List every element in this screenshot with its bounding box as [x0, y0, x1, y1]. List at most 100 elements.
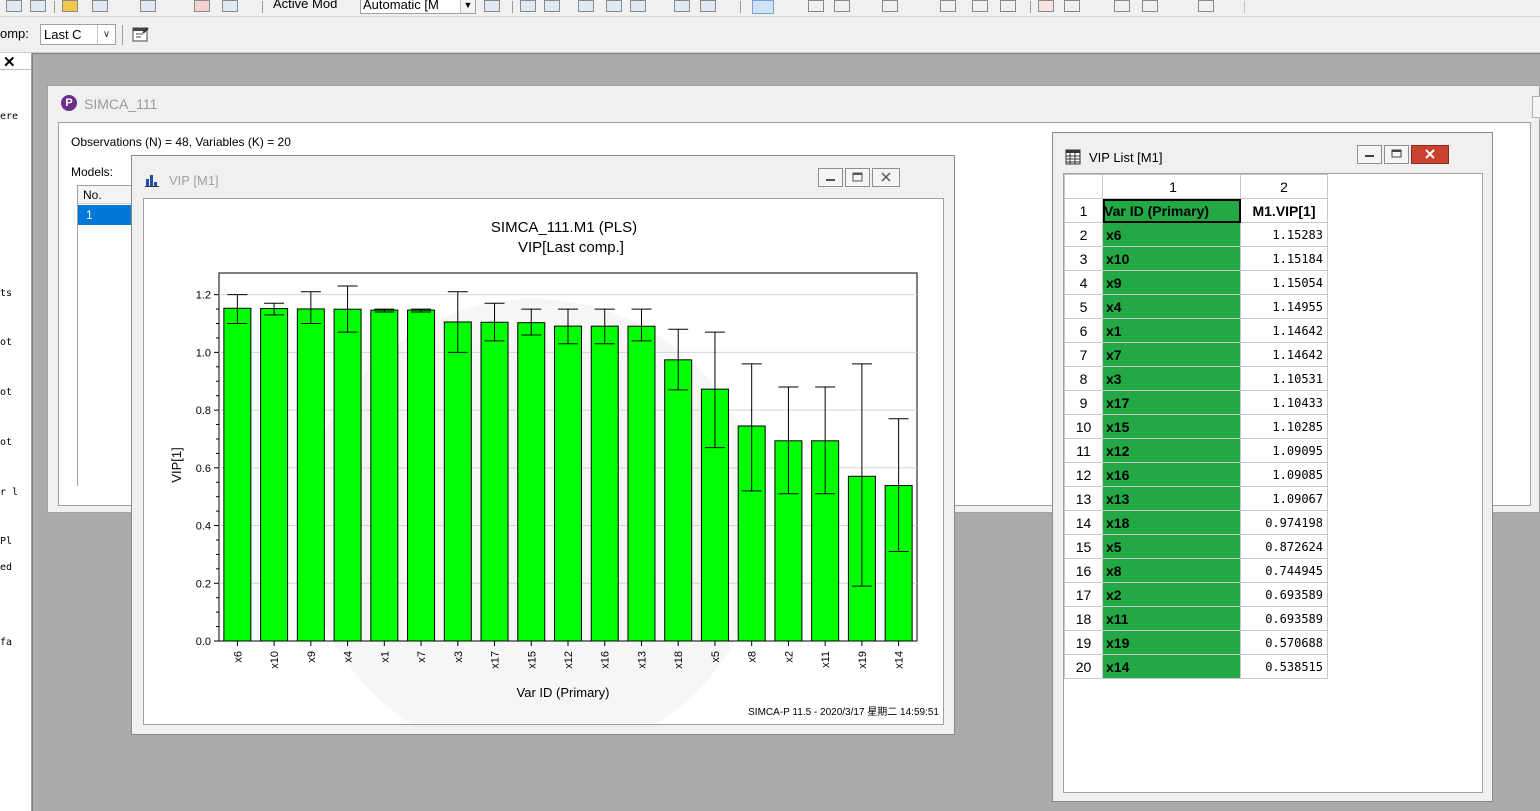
vip-value-cell[interactable]: 1.10433 — [1240, 390, 1328, 415]
table-row[interactable]: 1 Var ID (Primary) M1.VIP[1] — [1064, 198, 1328, 223]
row-header[interactable]: 18 — [1064, 606, 1103, 631]
pointer-tool-button[interactable] — [752, 0, 774, 14]
var-id-cell[interactable]: x18 — [1102, 510, 1241, 535]
table-row[interactable]: 14 x18 0.974198 — [1064, 510, 1328, 535]
row-header[interactable]: 4 — [1064, 270, 1103, 295]
table-row[interactable]: 9 x17 1.10433 — [1064, 390, 1328, 415]
row-header[interactable]: 7 — [1064, 342, 1103, 367]
var-id-cell[interactable]: x10 — [1102, 246, 1241, 271]
vip-value-cell[interactable]: 0.538515 — [1240, 654, 1328, 679]
bar-x4[interactable] — [333, 308, 362, 642]
vip-value-cell[interactable]: 1.15054 — [1240, 270, 1328, 295]
bar-x10[interactable] — [260, 308, 289, 642]
bar-plot-icon[interactable] — [520, 0, 536, 12]
vip-value-cell[interactable]: 1.14955 — [1240, 294, 1328, 319]
window-icon[interactable] — [222, 0, 238, 12]
row-header[interactable]: 9 — [1064, 390, 1103, 415]
row-header[interactable]: 3 — [1064, 246, 1103, 271]
vip-value-cell[interactable]: 0.570688 — [1240, 630, 1328, 655]
zoom-in-icon[interactable] — [834, 0, 850, 12]
var-id-cell[interactable]: x6 — [1102, 222, 1241, 247]
cross-icon[interactable] — [140, 0, 156, 12]
maximize-button[interactable] — [845, 168, 870, 187]
table-row[interactable]: 10 x15 1.10285 — [1064, 414, 1328, 439]
chart-icon[interactable] — [30, 0, 46, 12]
scatter-plot-icon[interactable] — [544, 0, 560, 12]
var-id-cell[interactable]: x13 — [1102, 486, 1241, 511]
chevron-down-icon[interactable]: ∨ — [97, 25, 115, 44]
mark-icon[interactable] — [1038, 0, 1054, 12]
pan-icon[interactable] — [940, 0, 956, 12]
row-header[interactable]: 6 — [1064, 318, 1103, 343]
bar-x17[interactable] — [480, 321, 509, 642]
restore-button[interactable] — [1532, 96, 1540, 118]
table-row[interactable]: 18 x11 0.693589 — [1064, 606, 1328, 631]
color-plot-icon[interactable] — [62, 0, 78, 12]
row-header[interactable]: 16 — [1064, 558, 1103, 583]
magnifier-icon[interactable] — [484, 0, 500, 12]
project-title-bar[interactable]: P SIMCA_111 — [48, 86, 1540, 122]
chevron-down-icon[interactable]: ▼ — [460, 0, 475, 13]
bar-x16[interactable] — [590, 325, 619, 642]
print-icon[interactable] — [1142, 0, 1158, 12]
person-icon[interactable] — [1000, 0, 1016, 12]
minimize-button[interactable] — [1357, 145, 1382, 164]
var-id-cell[interactable]: x2 — [1102, 582, 1241, 607]
vip-value-cell[interactable]: 0.693589 — [1240, 582, 1328, 607]
var-id-cell[interactable]: x5 — [1102, 534, 1241, 559]
axis-icon[interactable] — [1064, 0, 1080, 12]
vip-value-cell[interactable]: 1.09085 — [1240, 462, 1328, 487]
bar-x12[interactable] — [554, 325, 582, 642]
table-row[interactable]: 16 x8 0.744945 — [1064, 558, 1328, 583]
table-icon[interactable] — [6, 0, 22, 12]
table-row[interactable]: 17 x2 0.693589 — [1064, 582, 1328, 607]
var-id-cell[interactable]: x15 — [1102, 414, 1241, 439]
bar-x1[interactable] — [370, 309, 399, 642]
vip-value-cell[interactable]: 1.15184 — [1240, 246, 1328, 271]
var-id-cell[interactable]: x9 — [1102, 270, 1241, 295]
var-id-cell[interactable]: x16 — [1102, 462, 1241, 487]
properties-button[interactable] — [131, 25, 151, 45]
table-row[interactable]: 12 x16 1.09085 — [1064, 462, 1328, 487]
grid-corner[interactable] — [1064, 174, 1103, 199]
row-header[interactable]: 5 — [1064, 294, 1103, 319]
list-plot-icon[interactable] — [674, 0, 690, 12]
table-row[interactable]: 8 x3 1.10531 — [1064, 366, 1328, 391]
row-header[interactable]: 15 — [1064, 534, 1103, 559]
row-header[interactable]: 11 — [1064, 438, 1103, 463]
save-icon[interactable] — [1114, 0, 1130, 12]
close-button[interactable] — [1411, 145, 1449, 164]
column-header[interactable]: 1 — [1102, 174, 1241, 199]
table-row[interactable]: 20 x14 0.538515 — [1064, 654, 1328, 679]
vip-value-cell[interactable]: 0.872624 — [1240, 534, 1328, 559]
row-header[interactable]: 19 — [1064, 630, 1103, 655]
row-header[interactable]: 13 — [1064, 486, 1103, 511]
bar-x3[interactable] — [443, 321, 472, 642]
row-header[interactable]: 10 — [1064, 414, 1103, 439]
table-row[interactable]: 13 x13 1.09067 — [1064, 486, 1328, 511]
var-id-header-cell[interactable]: Var ID (Primary) — [1102, 198, 1241, 223]
row-header[interactable]: 17 — [1064, 582, 1103, 607]
row-header[interactable]: 1 — [1064, 198, 1103, 223]
var-id-cell[interactable]: x8 — [1102, 558, 1241, 583]
component-select[interactable]: Last C ∨ — [40, 24, 116, 45]
score-plot-icon[interactable] — [578, 0, 594, 12]
zoom-out-icon[interactable] — [882, 0, 898, 12]
table-row[interactable]: 15 x5 0.872624 — [1064, 534, 1328, 559]
table-row[interactable]: 6 x1 1.14642 — [1064, 318, 1328, 343]
help-icon[interactable] — [1198, 0, 1214, 12]
minimize-button[interactable] — [818, 168, 843, 187]
row-header[interactable]: 20 — [1064, 654, 1103, 679]
bar-x7[interactable] — [407, 309, 436, 642]
vip-value-cell[interactable]: 1.09067 — [1240, 486, 1328, 511]
var-id-cell[interactable]: x12 — [1102, 438, 1241, 463]
biplot-icon[interactable] — [630, 0, 646, 12]
row-header[interactable]: 12 — [1064, 462, 1103, 487]
var-id-cell[interactable]: x4 — [1102, 294, 1241, 319]
bar-x9[interactable] — [296, 308, 325, 642]
vip-value-cell[interactable]: 1.14642 — [1240, 318, 1328, 343]
vip-value-cell[interactable]: 1.10285 — [1240, 414, 1328, 439]
row-header[interactable]: 2 — [1064, 222, 1103, 247]
vip-value-cell[interactable]: 0.744945 — [1240, 558, 1328, 583]
table-row[interactable]: 11 x12 1.09095 — [1064, 438, 1328, 463]
